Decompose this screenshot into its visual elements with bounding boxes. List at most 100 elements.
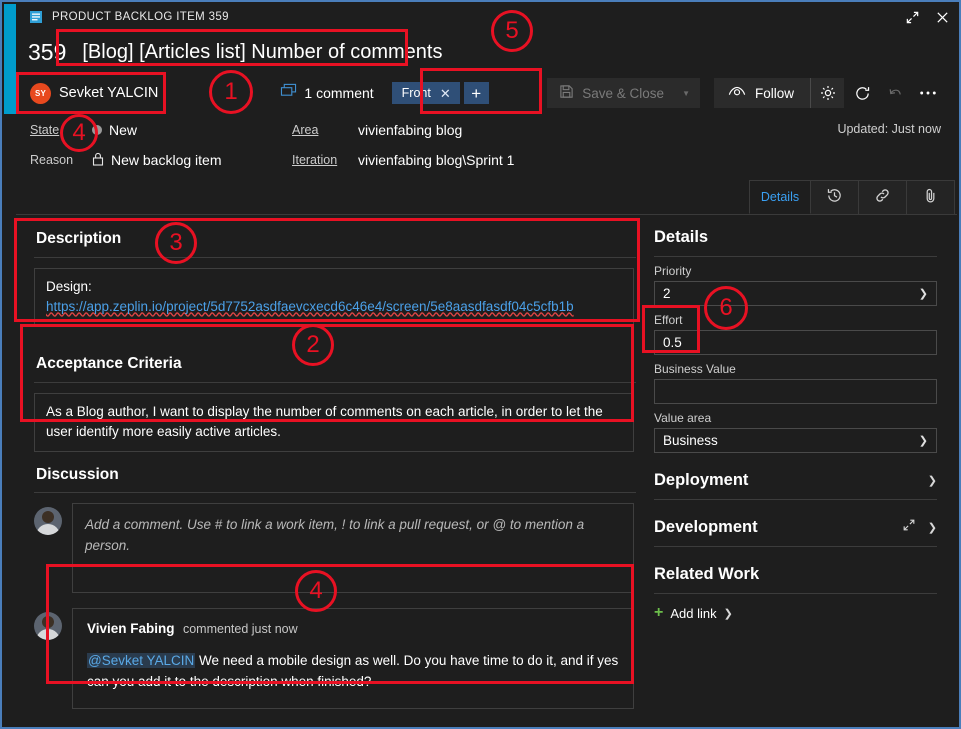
- chevron-down-icon[interactable]: ❯: [928, 474, 937, 487]
- description-editor[interactable]: Design: https://app.zeplin.io/project/5d…: [34, 268, 634, 328]
- comment-card: Vivien Fabing commented just now @Sevket…: [72, 608, 634, 709]
- comment-bubble-icon: [280, 83, 297, 103]
- header-toolbar: Save & Close ▼ Follow: [547, 74, 943, 112]
- priority-field: Priority 2 ❯: [654, 264, 937, 306]
- comment-header: Vivien Fabing commented just now: [87, 620, 619, 638]
- tags-list: Front ✕ +: [391, 82, 489, 104]
- acceptance-criteria-section: Acceptance Criteria As a Blog author, I …: [28, 347, 640, 453]
- comment-input[interactable]: Add a comment. Use # to link a work item…: [73, 504, 633, 592]
- undo-icon: [880, 78, 910, 108]
- chevron-down-icon[interactable]: ❯: [724, 607, 733, 620]
- deployment-section-header[interactable]: Deployment ❯: [654, 471, 937, 490]
- comment-author[interactable]: Vivien Fabing: [87, 621, 175, 636]
- comment-compose-row: Add a comment. Use # to link a work item…: [28, 503, 640, 594]
- discussion-section: Discussion Add a comment. Use # to link …: [28, 452, 640, 709]
- iteration-field[interactable]: Iteration vivienfabing blog\Sprint 1: [292, 148, 514, 172]
- effort-value: 0.5: [663, 335, 682, 350]
- development-section-header[interactable]: Development ❯: [654, 518, 937, 537]
- area-value: vivienfabing blog: [358, 122, 463, 138]
- work-item-id: 359: [28, 38, 67, 65]
- discussion-heading: Discussion: [36, 466, 119, 484]
- updated-timestamp: Updated: Just now: [837, 122, 941, 136]
- chevron-down-icon[interactable]: ❯: [919, 287, 928, 300]
- comment-count[interactable]: 1 comment: [280, 83, 374, 103]
- work-item-dialog: PRODUCT BACKLOG ITEM 359 359 [Blog] [Art…: [0, 0, 961, 729]
- chevron-down-icon[interactable]: ❯: [919, 434, 928, 447]
- description-link[interactable]: https://app.zeplin.io/project/5d7752asdf…: [46, 299, 574, 314]
- business-value-input[interactable]: [654, 379, 937, 404]
- state-dot-icon: [92, 125, 102, 135]
- description-heading: Description: [36, 230, 122, 247]
- work-item-main-content: Description Design: https://app.zeplin.i…: [16, 216, 640, 725]
- add-link-label: Add link: [670, 605, 717, 621]
- deployment-label: Deployment: [654, 471, 749, 489]
- avatar: [34, 612, 62, 641]
- tag-chip[interactable]: Front ✕: [391, 82, 460, 104]
- details-panel-heading: Details: [654, 228, 709, 246]
- development-label: Development: [654, 518, 758, 536]
- value-area-value: Business: [663, 433, 718, 448]
- add-link-button[interactable]: + Add link ❯: [654, 605, 937, 621]
- avatar: SY: [30, 82, 51, 104]
- ellipsis-icon[interactable]: [913, 78, 943, 108]
- follow-button[interactable]: Follow: [714, 78, 810, 108]
- save-close-button[interactable]: Save & Close ▼: [547, 78, 700, 108]
- close-icon[interactable]: ✕: [440, 87, 451, 100]
- tab-history[interactable]: [811, 180, 859, 214]
- reason-label: Reason: [30, 153, 74, 167]
- tab-attachments[interactable]: [907, 180, 955, 214]
- gear-icon[interactable]: [810, 78, 844, 108]
- lock-icon: [92, 152, 104, 169]
- assignee-field[interactable]: SY Sevket YALCIN: [16, 82, 158, 104]
- value-area-label: Value area: [654, 411, 712, 425]
- dialog-title-text: PRODUCT BACKLOG ITEM 359: [52, 11, 229, 23]
- dialog-titlebar: PRODUCT BACKLOG ITEM 359: [16, 4, 957, 30]
- id-title-row: 359 [Blog] [Articles list] Number of com…: [16, 30, 448, 74]
- section-divider: [34, 382, 636, 384]
- work-item-type-color-bar: [4, 4, 16, 114]
- section-divider: [654, 546, 937, 547]
- priority-label: Priority: [654, 264, 692, 278]
- close-icon[interactable]: [927, 4, 957, 30]
- work-item-title-input[interactable]: [Blog] [Articles list] Number of comment…: [76, 38, 448, 67]
- state-field[interactable]: State New: [30, 118, 137, 142]
- acceptance-criteria-heading: Acceptance Criteria: [36, 355, 182, 373]
- priority-value: 2: [663, 286, 671, 301]
- area-label: Area: [292, 123, 319, 137]
- business-value-field: Business Value: [654, 362, 937, 404]
- description-line-1: Design:: [46, 279, 92, 294]
- chevron-down-icon[interactable]: ❯: [928, 521, 937, 534]
- tag-label: Front: [401, 86, 431, 100]
- effort-input[interactable]: 0.5: [654, 330, 937, 355]
- caret-down-icon[interactable]: ▼: [682, 89, 690, 98]
- related-work-section-header: Related Work: [654, 565, 937, 584]
- reason-field[interactable]: Reason New backlog item: [30, 148, 222, 172]
- refresh-icon[interactable]: [847, 78, 877, 108]
- add-tag-button[interactable]: +: [463, 82, 489, 104]
- tab-links[interactable]: [859, 180, 907, 214]
- history-icon: [826, 187, 843, 209]
- link-icon: [874, 187, 891, 209]
- work-item-header: 359 [Blog] [Articles list] Number of com…: [16, 30, 957, 112]
- effort-label: Effort: [654, 313, 683, 327]
- comment-item: Vivien Fabing commented just now @Sevket…: [28, 608, 640, 709]
- value-area-select[interactable]: Business ❯: [654, 428, 937, 453]
- expand-icon[interactable]: [897, 4, 927, 30]
- comment-input-box[interactable]: Add a comment. Use # to link a work item…: [72, 503, 634, 594]
- comment-count-label: 1 comment: [304, 85, 374, 101]
- state-value-text: New: [109, 122, 138, 138]
- priority-select[interactable]: 2 ❯: [654, 281, 937, 306]
- expand-icon[interactable]: [902, 518, 916, 537]
- reason-value-text: New backlog item: [111, 152, 222, 168]
- value-area-field: Value area Business ❯: [654, 411, 937, 453]
- work-item-fields-row: State New Reason New backlog item Area v…: [16, 112, 957, 174]
- acceptance-criteria-text: As a Blog author, I want to display the …: [46, 404, 603, 439]
- acceptance-criteria-editor[interactable]: As a Blog author, I want to display the …: [34, 393, 634, 453]
- effort-field: Effort 0.5: [654, 313, 937, 355]
- plus-icon: +: [654, 604, 664, 621]
- tab-details[interactable]: Details: [749, 180, 811, 214]
- comment-timestamp: commented just now: [182, 622, 298, 637]
- area-field[interactable]: Area vivienfabing blog: [292, 118, 462, 142]
- comment-mention[interactable]: @Sevket YALCIN: [87, 653, 196, 669]
- section-divider: [34, 492, 636, 494]
